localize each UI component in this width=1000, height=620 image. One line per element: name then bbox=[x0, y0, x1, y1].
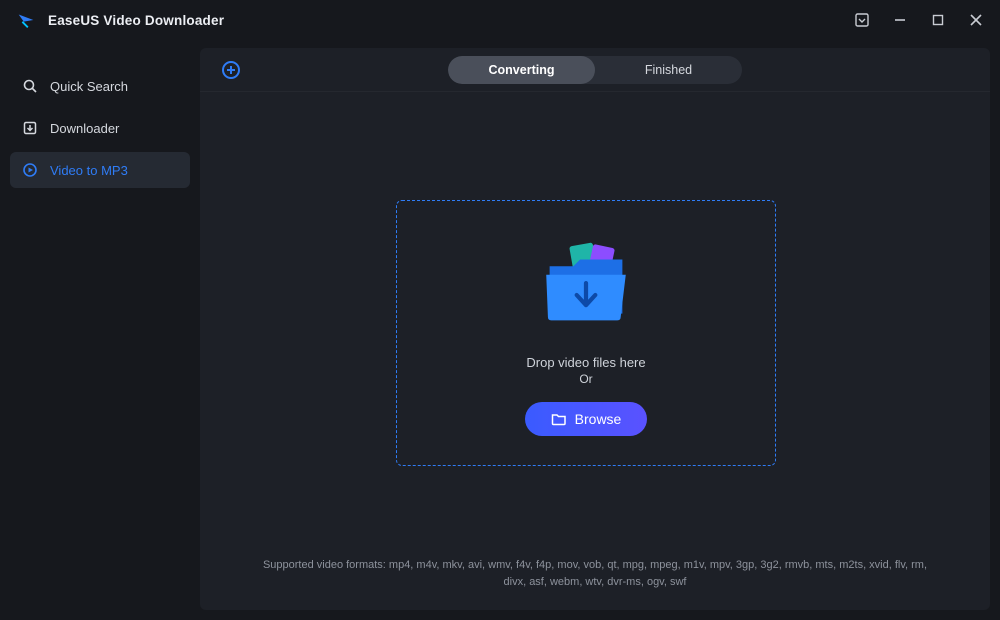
folder-open-icon bbox=[551, 411, 567, 427]
sidebar-item-downloader[interactable]: Downloader bbox=[10, 110, 190, 146]
minimize-button[interactable] bbox=[890, 10, 910, 30]
window-controls bbox=[852, 10, 986, 30]
sidebar-item-label: Downloader bbox=[50, 121, 119, 136]
sidebar-item-label: Video to MP3 bbox=[50, 163, 128, 178]
dropzone-text-line1: Drop video files here bbox=[526, 355, 645, 370]
app-logo bbox=[14, 8, 38, 32]
dropdown-icon[interactable] bbox=[852, 10, 872, 30]
sidebar-item-label: Quick Search bbox=[50, 79, 128, 94]
add-button[interactable] bbox=[220, 59, 242, 81]
tabs: Converting Finished bbox=[448, 56, 742, 84]
content-panel: Converting Finished bbox=[200, 48, 990, 610]
sidebar-item-video-to-mp3[interactable]: Video to MP3 bbox=[10, 152, 190, 188]
sidebar: Quick Search Downloader Video to MP3 bbox=[0, 40, 200, 620]
play-icon bbox=[22, 162, 38, 178]
tab-label: Finished bbox=[645, 63, 692, 77]
browse-button-label: Browse bbox=[575, 411, 622, 427]
download-icon bbox=[22, 120, 38, 136]
formats-text: Supported video formats: mp4, m4v, mkv, … bbox=[263, 559, 927, 589]
tab-converting[interactable]: Converting bbox=[448, 56, 595, 84]
supported-formats: Supported video formats: mp4, m4v, mkv, … bbox=[200, 557, 990, 592]
content-toolbar: Converting Finished bbox=[200, 48, 990, 92]
app-title: EaseUS Video Downloader bbox=[48, 13, 224, 28]
dropzone[interactable]: Drop video files here Or Browse bbox=[396, 200, 776, 466]
maximize-button[interactable] bbox=[928, 10, 948, 30]
tab-finished[interactable]: Finished bbox=[595, 56, 742, 84]
browse-button[interactable]: Browse bbox=[525, 402, 648, 436]
folder-illustration bbox=[531, 229, 641, 339]
sidebar-item-quick-search[interactable]: Quick Search bbox=[10, 68, 190, 104]
close-button[interactable] bbox=[966, 10, 986, 30]
dropzone-text-line2: Or bbox=[579, 372, 592, 386]
titlebar: EaseUS Video Downloader bbox=[0, 0, 1000, 40]
tab-label: Converting bbox=[489, 63, 555, 77]
search-icon bbox=[22, 78, 38, 94]
